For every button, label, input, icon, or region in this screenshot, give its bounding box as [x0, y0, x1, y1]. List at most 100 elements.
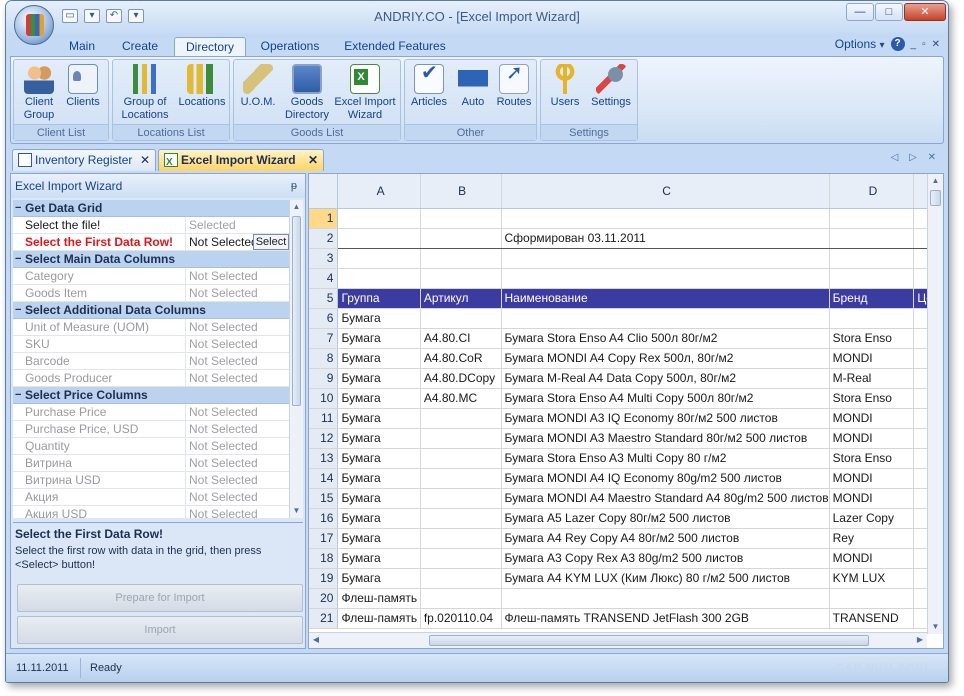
grid-cell[interactable] — [420, 508, 502, 529]
row-number[interactable]: 18 — [309, 548, 339, 569]
grid-cell[interactable] — [420, 488, 502, 509]
grid-cell[interactable]: Бумага — [337, 408, 421, 429]
column-header[interactable]: C — [501, 174, 830, 209]
property-row[interactable]: Category Not Selected — [13, 268, 289, 285]
grid-cell[interactable]: Наименование — [501, 288, 830, 309]
grid-cell[interactable]: A4.80.CI — [420, 328, 502, 349]
row-number[interactable]: 3 — [309, 248, 339, 269]
column-header[interactable]: A — [337, 174, 421, 209]
grid-cell[interactable]: MONDI — [829, 468, 915, 489]
grid-cell[interactable] — [420, 248, 502, 269]
grid-cell[interactable] — [337, 208, 421, 229]
category-get-data-grid[interactable]: Get Data Grid — [13, 200, 289, 217]
grid-cell[interactable]: Бумага — [337, 488, 421, 509]
grid-cell[interactable]: Бумага — [337, 528, 421, 549]
table-row[interactable]: 16 Бумага Бумага A5 Lazer Copy 80г/м2 500 … — [309, 508, 943, 529]
grid-cell[interactable]: MONDI — [829, 548, 915, 569]
grid-cell[interactable]: Бумага Stora Enso A4 Clio 500л 80г/м2 — [501, 328, 830, 349]
grid-cell[interactable] — [420, 268, 502, 289]
grid-cell[interactable]: Флеш-память — [337, 588, 421, 609]
grid-cell[interactable] — [420, 548, 502, 569]
grid-cell[interactable]: Бумага — [337, 348, 421, 369]
grid-cell[interactable]: Бумага — [337, 448, 421, 469]
table-row[interactable]: 6 Бумага — [309, 308, 943, 329]
grid-cell[interactable] — [420, 308, 502, 329]
grid-cell[interactable] — [501, 268, 830, 289]
row-number[interactable]: 9 — [309, 368, 339, 389]
mdi-close-button[interactable]: ✕ — [932, 39, 940, 50]
goods-directory-button[interactable]: Goods Directory — [282, 64, 332, 122]
tab-directory[interactable]: Directory — [174, 37, 246, 57]
grid-cell[interactable]: Бумага — [337, 508, 421, 529]
group-of-locations-button[interactable]: Group of Locations — [115, 64, 175, 122]
grid-cell[interactable]: Флеш-память — [337, 608, 421, 629]
grid-cell[interactable]: Бумага MONDI A3 Maestro Standard 80г/м2 … — [501, 428, 830, 449]
table-row[interactable]: 20 Флеш-память — [309, 588, 943, 609]
column-header[interactable]: B — [420, 174, 502, 209]
property-row[interactable]: Unit of Measure (UOM) Not Selected — [13, 319, 289, 336]
row-number[interactable]: 20 — [309, 588, 339, 609]
table-row[interactable]: 11 Бумага Бумага MONDI A3 IQ Economy 80г/м… — [309, 408, 943, 429]
property-row[interactable]: Barcode Not Selected — [13, 353, 289, 370]
users-button[interactable]: Users — [545, 64, 585, 109]
grid-cell[interactable]: Бумага — [337, 468, 421, 489]
articles-button[interactable]: Articles — [407, 64, 451, 109]
grid-cell[interactable] — [420, 208, 502, 229]
grid-cell[interactable] — [829, 208, 915, 229]
grid-cell[interactable]: Бумага MONDI A4 IQ Economy 80g/m2 500 ли… — [501, 468, 830, 489]
client-group-button[interactable]: Client Group — [18, 64, 60, 122]
property-row[interactable]: Витрина Not Selected — [13, 455, 289, 472]
grid-cell[interactable]: Бумага — [337, 368, 421, 389]
table-row[interactable]: 13 Бумага Бумага Stora Enso A3 Multi Copy … — [309, 448, 943, 469]
locations-button[interactable]: Locations — [175, 64, 229, 109]
table-row[interactable]: 7 Бумага A4.80.CI Бумага Stora Enso A4 Clio… — [309, 328, 943, 349]
grid-cell[interactable] — [420, 568, 502, 589]
property-row[interactable]: SKU Not Selected — [13, 336, 289, 353]
row-number[interactable]: 19 — [309, 568, 339, 589]
tab-main[interactable]: Main — [60, 37, 104, 57]
table-row[interactable]: 8 Бумага A4.80.CoR Бумага MONDI A4 Copy Rex… — [309, 348, 943, 369]
grid-cell[interactable]: MONDI — [829, 348, 915, 369]
grid-cell[interactable] — [501, 208, 830, 229]
grid-cell[interactable]: Бумага MONDI A3 IQ Economy 80г/м2 500 ли… — [501, 408, 830, 429]
grid-cell[interactable] — [501, 308, 830, 329]
scroll-up-icon[interactable]: ▲ — [290, 200, 303, 214]
scroll-thumb[interactable] — [930, 190, 941, 206]
grid-cell[interactable] — [337, 268, 421, 289]
category-additional-data-columns[interactable]: Select Additional Data Columns — [13, 302, 289, 319]
row-number[interactable]: 17 — [309, 528, 339, 549]
grid-cell[interactable]: Бумага A4 KYM LUX (Ким Люкс) 80 г/м2 500… — [501, 568, 830, 589]
help-icon[interactable]: ? — [890, 37, 905, 51]
tab-create[interactable]: Create — [114, 37, 166, 57]
tab-navigation[interactable]: ◁ ▷ ✕ — [891, 152, 940, 163]
grid-cell[interactable]: Флеш-память TRANSEND JetFlash 300 2GB — [501, 608, 830, 629]
scroll-thumb[interactable] — [292, 216, 301, 406]
category-main-data-columns[interactable]: Select Main Data Columns — [13, 251, 289, 268]
grid-cell[interactable]: MONDI — [829, 408, 915, 429]
minimize-button[interactable]: — — [846, 3, 874, 21]
grid-cell[interactable]: Бумага A5 Lazer Copy 80г/м2 500 листов — [501, 508, 830, 529]
grid-cell[interactable]: MONDI — [829, 488, 915, 509]
grid-cell[interactable]: Бумага — [337, 548, 421, 569]
grid-cell[interactable] — [829, 228, 915, 249]
mdi-restore-button[interactable]: ▫ — [922, 39, 926, 50]
maximize-button[interactable]: □ — [875, 3, 903, 21]
row-number[interactable]: 2 — [309, 228, 339, 249]
scroll-down-icon[interactable]: ▼ — [290, 504, 303, 518]
table-row[interactable]: 9 Бумага A4.80.DCopy Бумага M-Real A4 Data … — [309, 368, 943, 389]
clients-button[interactable]: Clients — [62, 64, 104, 109]
grid-cell[interactable] — [829, 268, 915, 289]
property-row[interactable]: Goods Producer Not Selected — [13, 370, 289, 387]
property-row[interactable]: Quantity Not Selected — [13, 438, 289, 455]
grid-cell[interactable]: Бумага MONDI A4 Copy Rex 500л, 80г/м2 — [501, 348, 830, 369]
row-number[interactable]: 15 — [309, 488, 339, 509]
grid-cell[interactable]: Бумага M-Real A4 Data Copy 500л, 80г/м2 — [501, 368, 830, 389]
property-row[interactable]: Витрина USD Not Selected — [13, 472, 289, 489]
property-row[interactable]: Select the file! Selected — [13, 217, 289, 234]
grid-cell[interactable] — [420, 588, 502, 609]
scroll-up-icon[interactable]: ▲ — [928, 174, 943, 188]
property-row-first-data-row[interactable]: Select the First Data Row! Not Selected … — [13, 234, 289, 251]
row-number[interactable]: 6 — [309, 308, 339, 329]
grid-cell[interactable]: Stora Enso — [829, 388, 915, 409]
grid-vertical-scrollbar[interactable]: ▲ ▼ — [927, 174, 943, 634]
